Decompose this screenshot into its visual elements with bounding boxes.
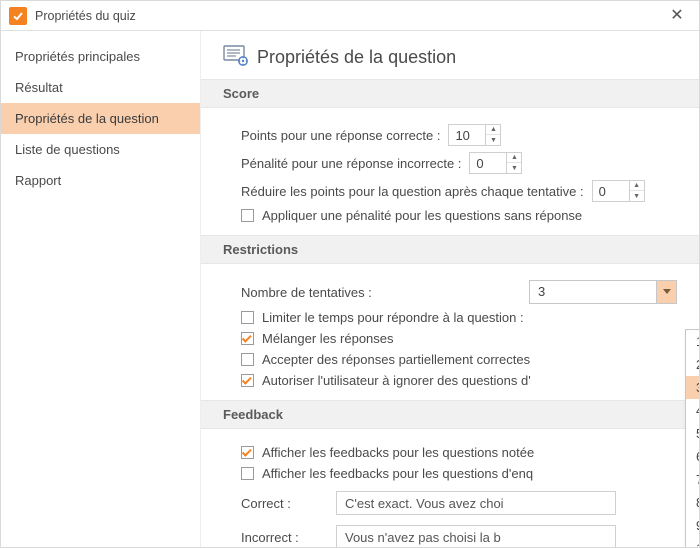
checkbox-icon xyxy=(241,374,254,387)
attempts-label: Nombre de tentatives : xyxy=(241,285,372,300)
sidebar-item-question-list[interactable]: Liste de questions xyxy=(1,134,200,165)
incorrect-feedback-input[interactable]: Vous n'avez pas choisi la b xyxy=(336,525,616,547)
partial-correct-label: Accepter des réponses partiellement corr… xyxy=(262,352,530,367)
partial-correct-checkbox[interactable]: Accepter des réponses partiellement corr… xyxy=(241,352,677,367)
spinner-up-icon[interactable]: ▲ xyxy=(630,181,644,191)
checkbox-icon xyxy=(241,332,254,345)
penalty-incorrect-label: Pénalité pour une réponse incorrecte : xyxy=(241,156,461,171)
points-correct-spinner[interactable]: ▲▼ xyxy=(448,124,501,146)
attempts-option[interactable]: 2 xyxy=(686,353,699,376)
spinner-down-icon[interactable]: ▼ xyxy=(486,135,500,145)
points-correct-input[interactable] xyxy=(449,125,485,145)
chevron-down-icon[interactable] xyxy=(656,281,676,303)
limit-time-checkbox[interactable]: Limiter le temps pour répondre à la ques… xyxy=(241,310,677,325)
correct-feedback-label: Correct : xyxy=(241,496,336,511)
penalty-incorrect-spinner[interactable]: ▲▼ xyxy=(469,152,522,174)
correct-feedback-input[interactable]: C'est exact. Vous avez choi xyxy=(336,491,616,515)
sidebar-item-result[interactable]: Résultat xyxy=(1,72,200,103)
points-correct-label: Points pour une réponse correcte : xyxy=(241,128,440,143)
window-title: Propriétés du quiz xyxy=(35,9,663,23)
attempts-dropdown-list[interactable]: 12345678910Illimité xyxy=(685,329,699,547)
attempts-option[interactable]: 10 xyxy=(686,537,699,547)
app-icon xyxy=(9,7,27,25)
sidebar: Propriétés principales Résultat Propriét… xyxy=(1,31,201,547)
attempts-option[interactable]: 7 xyxy=(686,468,699,491)
question-properties-icon xyxy=(223,45,247,69)
show-survey-feedback-label: Afficher les feedbacks pour les question… xyxy=(262,466,533,481)
section-header-restrictions: Restrictions xyxy=(201,235,699,264)
incorrect-feedback-label: Incorrect : xyxy=(241,530,336,545)
shuffle-answers-checkbox[interactable]: Mélanger les réponses xyxy=(241,331,677,346)
attempts-option[interactable]: 5 xyxy=(686,422,699,445)
apply-penalty-checkbox[interactable]: Appliquer une pénalité pour les question… xyxy=(241,208,677,223)
attempts-option[interactable]: 3 xyxy=(686,376,699,399)
checkbox-icon xyxy=(241,446,254,459)
sidebar-item-question-properties[interactable]: Propriétés de la question xyxy=(1,103,200,134)
reduce-points-label: Réduire les points pour la question aprè… xyxy=(241,184,584,199)
attempts-option[interactable]: 4 xyxy=(686,399,699,422)
spinner-up-icon[interactable]: ▲ xyxy=(486,125,500,135)
apply-penalty-label: Appliquer une pénalité pour les question… xyxy=(262,208,582,223)
attempts-option[interactable]: 6 xyxy=(686,445,699,468)
attempts-option[interactable]: 1 xyxy=(686,330,699,353)
attempts-option[interactable]: 8 xyxy=(686,491,699,514)
section-header-score: Score xyxy=(201,79,699,108)
penalty-incorrect-input[interactable] xyxy=(470,153,506,173)
reduce-points-input[interactable] xyxy=(593,181,629,201)
sidebar-item-report[interactable]: Rapport xyxy=(1,165,200,196)
spinner-up-icon[interactable]: ▲ xyxy=(507,153,521,163)
attempts-option[interactable]: 9 xyxy=(686,514,699,537)
checkbox-icon xyxy=(241,467,254,480)
spinner-down-icon[interactable]: ▼ xyxy=(630,191,644,201)
close-button[interactable]: ✕ xyxy=(663,7,691,25)
allow-skip-label: Autoriser l'utilisateur à ignorer des qu… xyxy=(262,373,531,388)
show-graded-feedback-checkbox[interactable]: Afficher les feedbacks pour les question… xyxy=(241,445,677,460)
checkbox-icon xyxy=(241,311,254,324)
attempts-value: 3 xyxy=(530,281,656,303)
spinner-down-icon[interactable]: ▼ xyxy=(507,163,521,173)
limit-time-label: Limiter le temps pour répondre à la ques… xyxy=(262,310,524,325)
show-graded-feedback-label: Afficher les feedbacks pour les question… xyxy=(262,445,534,460)
checkbox-icon xyxy=(241,209,254,222)
checkbox-icon xyxy=(241,353,254,366)
page-heading: Propriétés de la question xyxy=(257,47,456,68)
section-header-feedback: Feedback xyxy=(201,400,699,429)
attempts-select[interactable]: 3 xyxy=(529,280,677,304)
reduce-points-spinner[interactable]: ▲▼ xyxy=(592,180,645,202)
show-survey-feedback-checkbox[interactable]: Afficher les feedbacks pour les question… xyxy=(241,466,677,481)
shuffle-answers-label: Mélanger les réponses xyxy=(262,331,394,346)
allow-skip-checkbox[interactable]: Autoriser l'utilisateur à ignorer des qu… xyxy=(241,373,677,388)
sidebar-item-main-properties[interactable]: Propriétés principales xyxy=(1,41,200,72)
